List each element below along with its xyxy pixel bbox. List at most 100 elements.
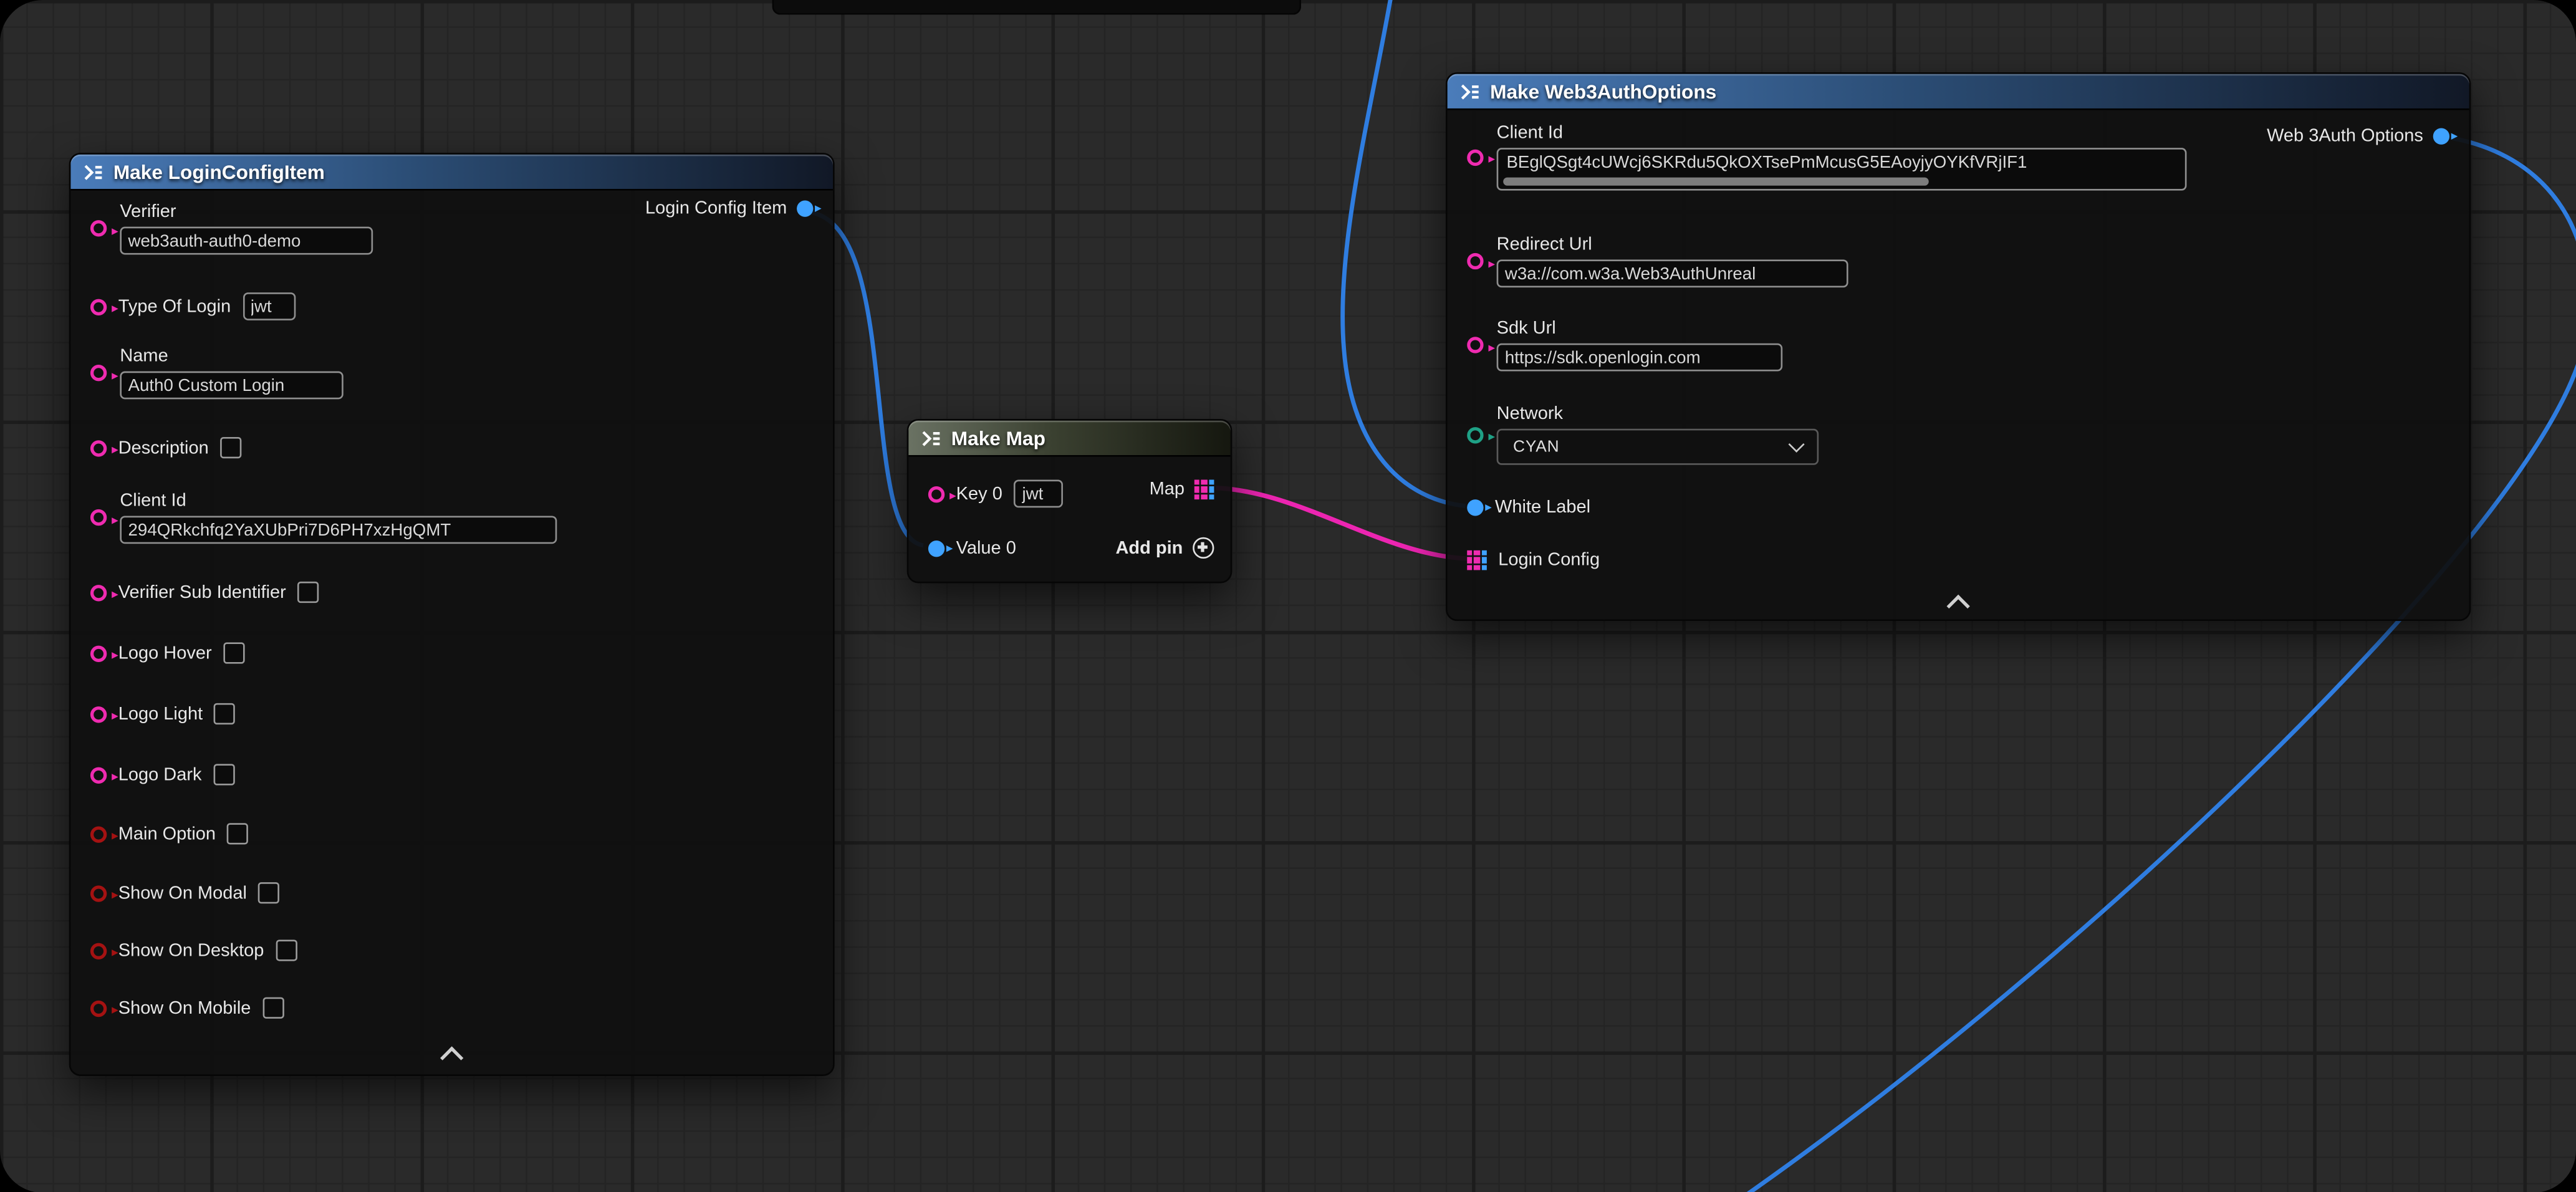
field-label: Client Id	[120, 491, 186, 511]
verifier-input[interactable]	[120, 227, 373, 255]
row-logo-dark: Logo Dark	[90, 764, 234, 785]
pin-logo-hover[interactable]	[90, 645, 107, 661]
show-on-mobile-checkbox[interactable]	[262, 997, 284, 1019]
field-label: Show On Modal	[118, 883, 247, 903]
sdk-url-input[interactable]	[1497, 344, 1783, 372]
row-description: Description	[90, 437, 242, 458]
row-client-id: Client Id BEglQSgt4cUWcj6SKRdu5QkOXTsePm…	[1467, 123, 2186, 191]
field-label: Key 0	[956, 484, 1002, 504]
output-row-map: Map	[1150, 479, 1214, 499]
row-login-config: Login Config	[1467, 550, 1600, 570]
pin-logo-light[interactable]	[90, 706, 107, 722]
output-pin-label: Login Config Item	[645, 199, 787, 219]
add-pin-button[interactable]: Add pin	[1115, 537, 1214, 559]
output-pin-web3auth-options[interactable]	[2433, 128, 2449, 145]
type-of-login-input[interactable]	[243, 292, 295, 320]
pin-verifier[interactable]	[90, 220, 107, 236]
output-row-login-config-item: Login Config Item	[645, 199, 813, 219]
pin-client-id[interactable]	[1467, 148, 1483, 165]
collapse-chevron-icon[interactable]	[439, 1047, 465, 1063]
pin-login-config[interactable]	[1467, 550, 1487, 570]
redirect-url-input[interactable]	[1497, 259, 1848, 287]
row-main-option: Main Option	[90, 823, 249, 844]
client-id-input[interactable]	[120, 516, 557, 544]
add-pin-label: Add pin	[1115, 538, 1183, 558]
pin-main-option[interactable]	[90, 825, 107, 842]
row-verifier-sub-identifier: Verifier Sub Identifier	[90, 582, 319, 603]
pin-sdk-url[interactable]	[1467, 337, 1483, 353]
field-label: Logo Light	[118, 704, 203, 724]
pin-verifier-sub-identifier[interactable]	[90, 584, 107, 600]
node-make-map[interactable]: Make Map Key 0 Map Value 0 Add pin	[907, 419, 1233, 584]
verifier-sub-identifier-input[interactable]	[297, 582, 319, 603]
pin-value-0[interactable]	[928, 541, 944, 557]
blueprint-graph-canvas[interactable]: Make LoginConfigItem Login Config Item V…	[0, 0, 2576, 1192]
collapse-chevron-icon[interactable]	[1945, 595, 1971, 611]
row-logo-light: Logo Light	[90, 703, 236, 724]
node-header-make-web3authoptions[interactable]: Make Web3AuthOptions	[1448, 74, 2469, 110]
description-input[interactable]	[220, 437, 241, 458]
make-struct-icon	[1461, 81, 1481, 101]
pin-redirect-url[interactable]	[1467, 253, 1483, 269]
show-on-desktop-checkbox[interactable]	[276, 940, 297, 961]
chevron-down-icon	[1789, 435, 1805, 451]
field-label: Show On Mobile	[118, 998, 251, 1018]
show-on-modal-checkbox[interactable]	[258, 882, 279, 903]
network-dropdown[interactable]: CYAN	[1497, 429, 1819, 465]
pin-show-on-mobile[interactable]	[90, 1000, 107, 1016]
row-network: Network CYAN	[1467, 404, 1819, 465]
key-0-input[interactable]	[1014, 479, 1063, 507]
pin-type-of-login[interactable]	[90, 298, 107, 314]
add-pin-plus-icon	[1193, 537, 1214, 559]
row-key-0: Key 0	[928, 479, 1063, 507]
node-make-loginconfigitem[interactable]: Make LoginConfigItem Login Config Item V…	[69, 153, 835, 1076]
field-label: Value 0	[956, 539, 1016, 559]
pin-name[interactable]	[90, 365, 107, 381]
network-selected-value: CYAN	[1513, 438, 1559, 456]
pin-key-0[interactable]	[928, 486, 944, 502]
horizontal-scrollbar[interactable]	[1503, 178, 1929, 186]
logo-hover-input[interactable]	[223, 642, 244, 663]
row-name: Name	[90, 347, 344, 399]
offscreen-node-partial[interactable]	[772, 0, 1302, 15]
node-make-web3authoptions[interactable]: Make Web3AuthOptions Web 3Auth Options C…	[1446, 72, 2471, 621]
make-struct-icon	[84, 162, 103, 182]
pin-description[interactable]	[90, 440, 107, 456]
pin-white-label[interactable]	[1467, 499, 1483, 516]
client-id-input[interactable]: BEglQSgt4cUWcj6SKRdu5QkOXTsePmMcusG5EAoy…	[1497, 148, 2187, 191]
pin-logo-dark[interactable]	[90, 766, 107, 782]
output-pin-label: Map	[1150, 479, 1185, 499]
pin-client-id[interactable]	[90, 509, 107, 526]
row-show-on-desktop: Show On Desktop	[90, 940, 297, 961]
row-verifier: Verifier	[90, 202, 373, 254]
row-sdk-url: Sdk Url	[1467, 319, 1782, 371]
row-redirect-url: Redirect Url	[1467, 235, 1848, 287]
field-label: Sdk Url	[1497, 319, 1556, 339]
node-title: Make LoginConfigItem	[113, 160, 325, 183]
logo-light-input[interactable]	[214, 703, 236, 724]
row-white-label: White Label	[1467, 497, 1590, 517]
pin-network[interactable]	[1467, 426, 1483, 443]
node-header-make-loginconfigitem[interactable]: Make LoginConfigItem	[70, 155, 833, 191]
row-type-of-login: Type Of Login	[90, 292, 295, 320]
field-label: Logo Dark	[118, 765, 202, 785]
field-label: Description	[118, 438, 209, 458]
output-row-web3auth-options: Web 3Auth Options	[2267, 127, 2449, 147]
row-value-0: Value 0	[928, 539, 1016, 559]
field-label: White Label	[1495, 497, 1590, 517]
logo-dark-input[interactable]	[213, 764, 234, 785]
row-logo-hover: Logo Hover	[90, 642, 244, 663]
output-pin-label: Web 3Auth Options	[2267, 127, 2423, 147]
field-label: Main Option	[118, 824, 216, 844]
output-pin-map[interactable]	[1194, 479, 1214, 499]
row-show-on-modal: Show On Modal	[90, 882, 280, 903]
row-show-on-mobile: Show On Mobile	[90, 997, 284, 1019]
output-pin-login-config-item[interactable]	[797, 200, 813, 216]
pin-show-on-modal[interactable]	[90, 885, 107, 901]
name-input[interactable]	[120, 372, 343, 400]
node-header-make-map[interactable]: Make Map	[908, 421, 1230, 457]
pin-show-on-desktop[interactable]	[90, 942, 107, 958]
field-label: Type Of Login	[118, 297, 231, 317]
main-option-checkbox[interactable]	[227, 823, 248, 844]
field-label: Network	[1497, 404, 1563, 424]
